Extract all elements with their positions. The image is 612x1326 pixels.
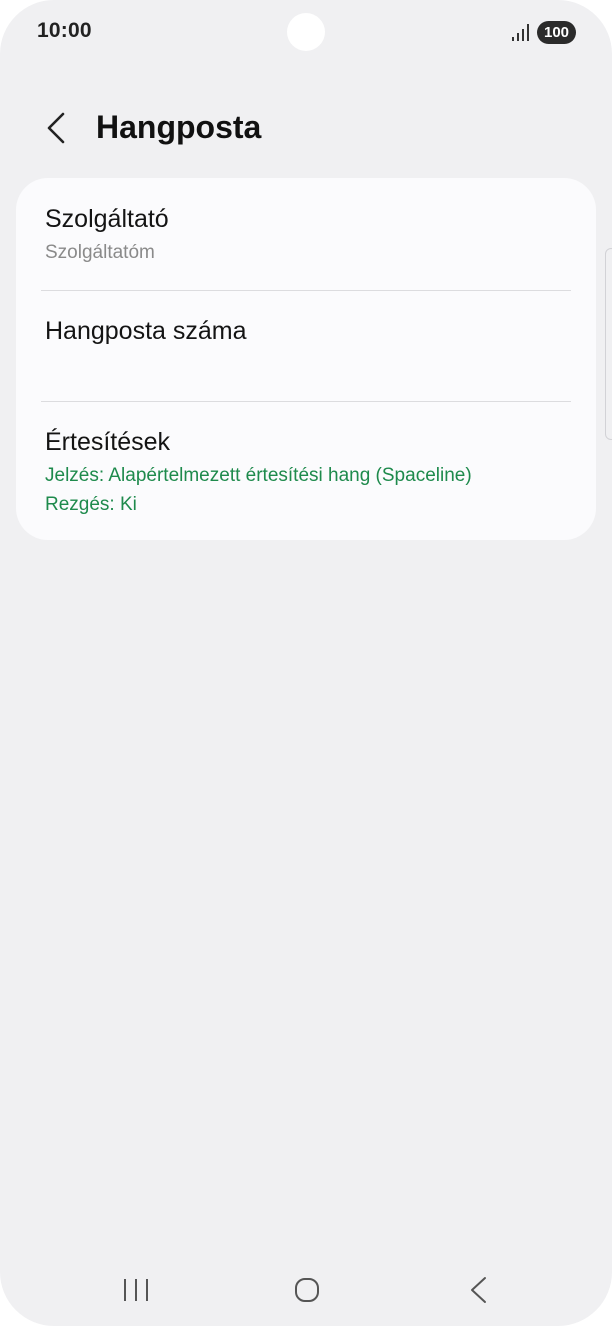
item-subtitle-sound: Jelzés: Alapértelmezett értesítési hang … xyxy=(45,465,472,486)
list-item-voicemail-number[interactable]: Hangposta száma xyxy=(16,290,596,401)
item-title: Hangposta száma xyxy=(45,317,247,345)
back-icon[interactable] xyxy=(459,1270,499,1310)
page-title: Hangposta xyxy=(96,109,262,145)
item-subtitle: Szolgáltatóm xyxy=(45,242,155,263)
signal-icon xyxy=(512,23,532,41)
list-item-notifications[interactable]: Értesítések Jelzés: Alapértelmezett érte… xyxy=(16,401,596,540)
back-button[interactable] xyxy=(38,108,78,148)
recent-apps-icon[interactable] xyxy=(116,1270,156,1310)
settings-card: Szolgáltató Szolgáltatóm Hangposta száma… xyxy=(16,178,596,540)
item-subtitle-vibration: Rezgés: Ki xyxy=(45,494,137,515)
status-bar: 10:00 100 xyxy=(0,0,612,66)
scrollbar[interactable] xyxy=(605,248,612,440)
home-icon[interactable] xyxy=(287,1270,327,1310)
chevron-left-icon xyxy=(47,112,65,144)
navigation-bar xyxy=(0,1250,612,1326)
status-time: 10:00 xyxy=(37,19,92,42)
battery-icon: 100 xyxy=(537,21,576,44)
camera-cutout xyxy=(287,13,325,51)
list-item-provider[interactable]: Szolgáltató Szolgáltatóm xyxy=(16,178,596,290)
item-title: Értesítések xyxy=(45,428,171,456)
item-title: Szolgáltató xyxy=(45,205,169,233)
phone-screen: 10:00 100 Hangposta Szolgáltató Szolgált… xyxy=(0,0,612,1326)
